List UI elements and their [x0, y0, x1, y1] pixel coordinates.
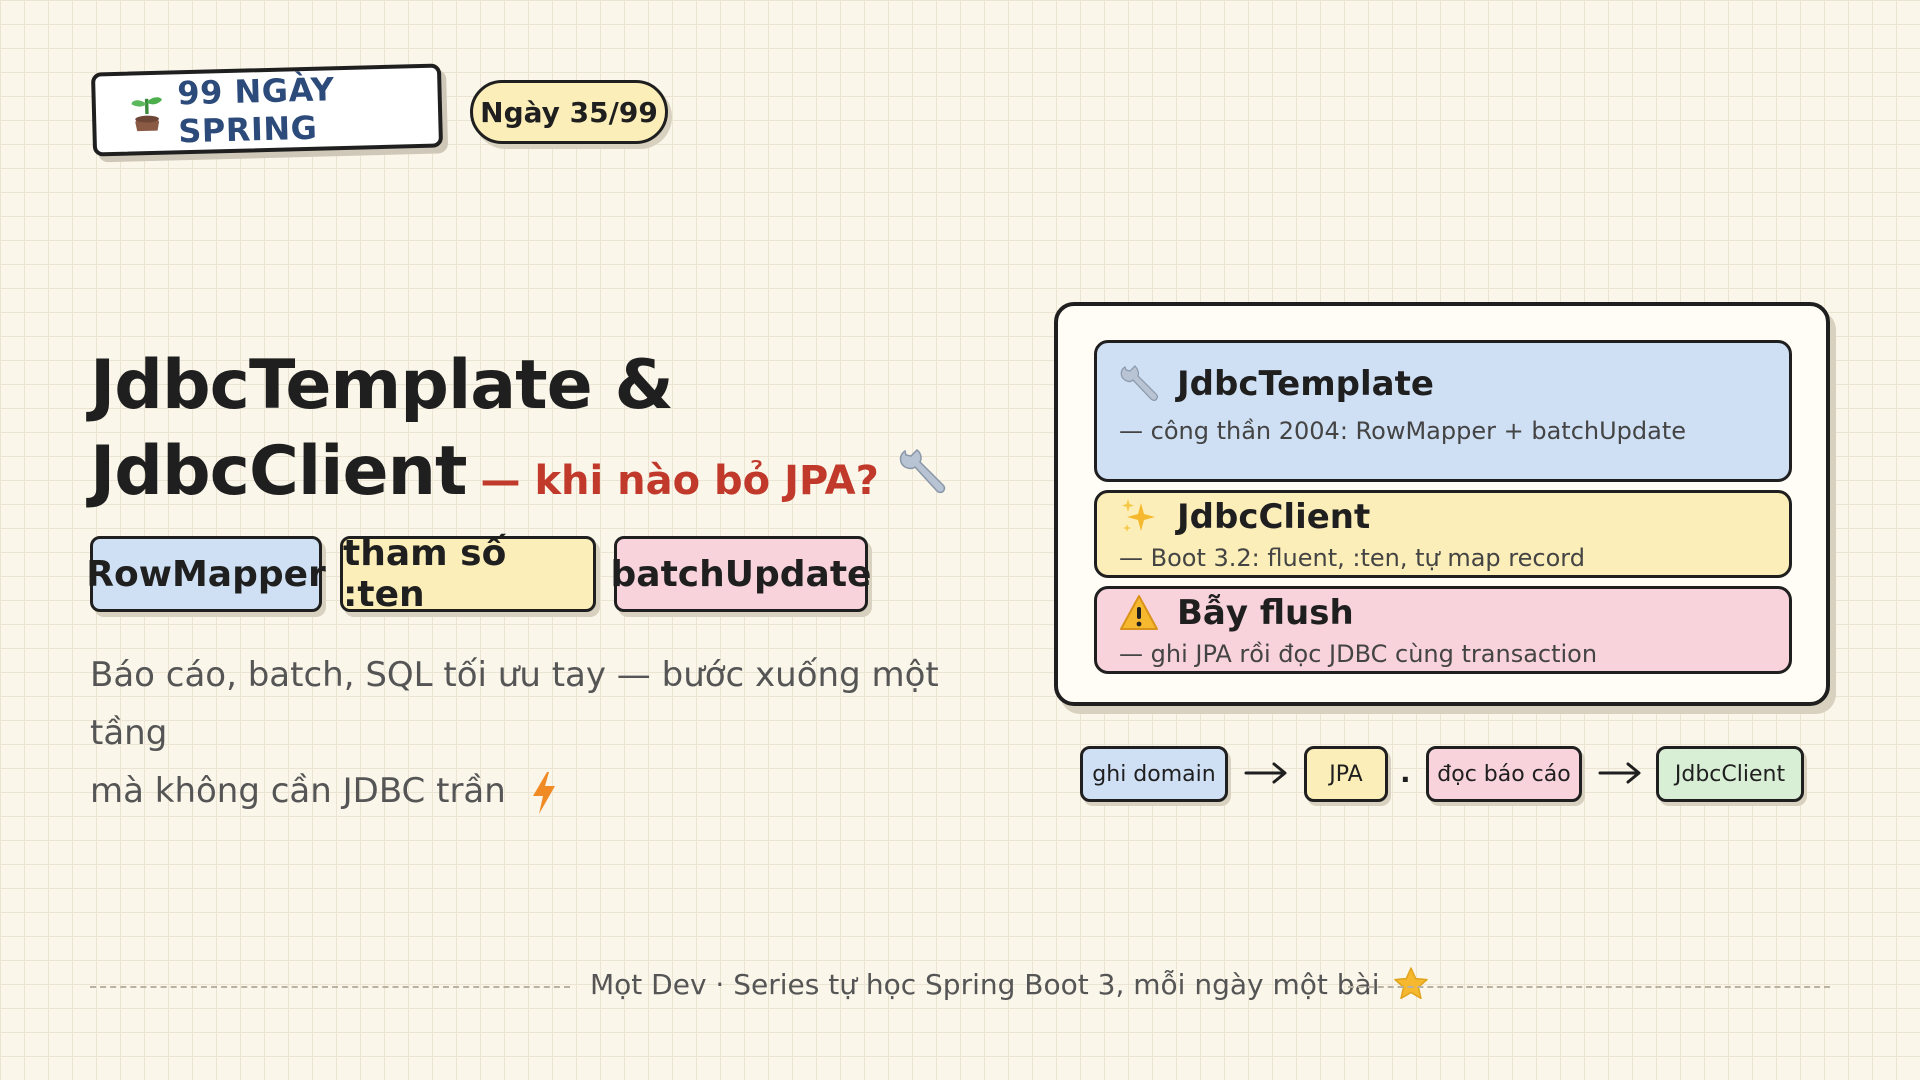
- flow-step-read-report: đọc báo cáo: [1426, 746, 1582, 802]
- row-title: JdbcTemplate: [1177, 364, 1434, 404]
- tag-rowmapper: RowMapper: [86, 536, 326, 612]
- card-row-jdbcclient: JdbcClient — Boot 3.2: fluent, :ten, tự …: [1094, 490, 1792, 578]
- wrench-icon: [899, 449, 945, 494]
- footer-divider-right: [1348, 986, 1830, 988]
- sprout-icon: [131, 97, 162, 132]
- arrow-right-icon: [1598, 762, 1641, 784]
- footer: Mọt Dev · Series tự học Spring Boot 3, m…: [590, 966, 1429, 1002]
- description: Báo cáo, batch, SQL tối ưu tay — bước xu…: [90, 646, 990, 820]
- title-subtitle: — khi nào bỏ JPA?: [480, 458, 879, 504]
- lightning-icon: [532, 771, 555, 814]
- warning-icon: [1120, 594, 1158, 630]
- card-row-jdbctemplate: JdbcTemplate — công thần 2004: RowMapper…: [1094, 340, 1792, 482]
- star-icon: [1394, 967, 1429, 1000]
- row-description: — ghi JPA rồi đọc JDBC cùng transaction: [1119, 639, 1598, 668]
- title-line-2: JdbcClient — khi nào bỏ JPA?: [90, 438, 947, 506]
- tag-named-parameter: tham số :ten: [340, 533, 596, 615]
- row-description: — công thần 2004: RowMapper + batchUpdat…: [1119, 417, 1687, 445]
- description-line-2: mà không cần JDBC trần: [90, 771, 506, 811]
- series-badge: 99 NGÀY SPRING: [90, 63, 444, 157]
- footer-divider-left: [90, 986, 570, 988]
- flow-step-jpa: JPA: [1304, 746, 1388, 802]
- wrench-icon: [1120, 365, 1159, 401]
- sparkles-icon: [1122, 498, 1155, 532]
- title-main: JdbcClient: [90, 432, 468, 511]
- flow-separator: .: [1400, 756, 1411, 789]
- description-line-1: Báo cáo, batch, SQL tối ưu tay — bước xu…: [90, 655, 939, 753]
- row-title: Bẫy flush: [1177, 592, 1354, 633]
- flow-step-write-domain: ghi domain: [1080, 746, 1228, 802]
- row-description: — Boot 3.2: fluent, :ten, tự map record: [1119, 543, 1585, 572]
- description-line-2-wrap: mà không cần JDBC trần: [90, 762, 990, 820]
- day-counter-badge: Ngày 35/99: [470, 80, 668, 144]
- day-counter-label: Ngày 35/99: [480, 95, 658, 129]
- card-row-flush-trap: Bẫy flush — ghi JPA rồi đọc JDBC cùng tr…: [1094, 586, 1792, 674]
- flow-step-jdbcclient: JdbcClient: [1656, 746, 1804, 802]
- series-title: 99 NGÀY SPRING: [176, 70, 335, 151]
- tag-batchupdate: batchUpdate: [611, 536, 871, 612]
- title-line-1: JdbcTemplate &: [90, 346, 674, 425]
- footer-text: Mọt Dev · Series tự học Spring Boot 3, m…: [590, 967, 1380, 1001]
- arrow-right-icon: [1244, 762, 1287, 784]
- row-title: JdbcClient: [1177, 496, 1371, 537]
- comparison-card: JdbcTemplate — công thần 2004: RowMapper…: [1054, 302, 1830, 706]
